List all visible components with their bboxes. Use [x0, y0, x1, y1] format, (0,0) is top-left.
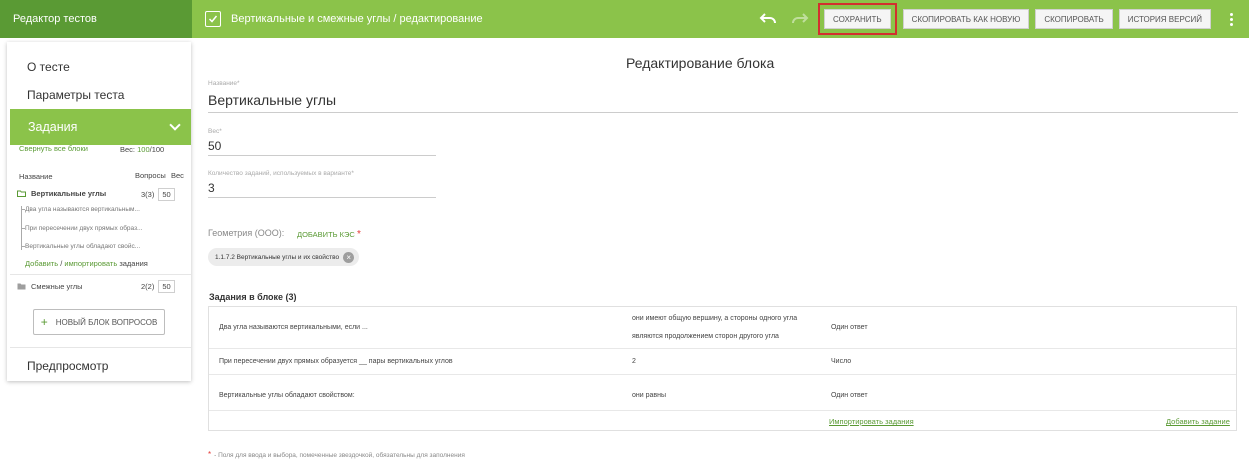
- sidebar-item-tasks[interactable]: Задания: [10, 109, 191, 145]
- block-count-value: 3(3): [141, 190, 155, 199]
- task-question: Два угла называются вертикальными, если …: [219, 324, 368, 331]
- document-edit-icon: [205, 11, 221, 27]
- link-suffix: задания: [117, 259, 148, 268]
- sidebar-item-about[interactable]: О тесте: [27, 60, 70, 74]
- name-field-label: Название*: [208, 80, 240, 87]
- weight-field-underline: [208, 155, 436, 156]
- plus-icon: +: [40, 315, 48, 329]
- folder-open-icon: [17, 190, 26, 197]
- table-row[interactable]: Вертикальные углы обладают свойством: он…: [209, 375, 1236, 411]
- task-item[interactable]: Вертикальные углы обладают свойс...: [20, 243, 140, 250]
- column-name-header: Название: [19, 172, 53, 181]
- weight-field[interactable]: 50: [208, 139, 221, 153]
- count-field-label: Количество заданий, используемых в вариа…: [208, 170, 354, 177]
- add-kes-label: ДОБАВИТЬ КЭС: [297, 230, 355, 239]
- chip-remove-icon[interactable]: ×: [343, 251, 355, 263]
- table-row[interactable]: При пересечении двух прямых образуется _…: [209, 349, 1236, 375]
- weight-value: 100: [137, 145, 150, 154]
- edit-toolbar: Вертикальные и смежные углы / редактиров…: [192, 0, 1249, 38]
- task-question: Вертикальные углы обладают свойством:: [219, 392, 355, 399]
- divider: [10, 347, 191, 348]
- import-tasks-link[interactable]: Импортировать задания: [829, 417, 914, 426]
- chevron-down-icon[interactable]: [169, 119, 181, 131]
- required-note-text: - Поля для ввода и выбора, помеченные зв…: [214, 452, 465, 459]
- task-type: Один ответ: [831, 324, 868, 331]
- task-answer-cont: являются продолжением сторон другого угл…: [632, 333, 779, 340]
- column-weight-header: Вес: [171, 171, 184, 180]
- task-answer: они равны: [632, 392, 667, 399]
- block-count: 2(2) 50: [141, 280, 175, 293]
- divider: [10, 274, 191, 275]
- task-question: При пересечении двух прямых образуется _…: [219, 358, 453, 365]
- undo-icon[interactable]: [756, 7, 780, 31]
- block-weight-field[interactable]: 50: [158, 188, 175, 201]
- block-count-value: 2(2): [141, 282, 155, 291]
- task-answer: 2: [632, 358, 636, 365]
- copy-button[interactable]: СКОПИРОВАТЬ: [1035, 9, 1113, 29]
- total-weight: Вес: 100/100: [120, 145, 164, 154]
- block-count: 3(3) 50: [141, 188, 175, 201]
- app-title: Редактор тестов: [0, 0, 192, 38]
- add-task-link[interactable]: Добавить: [25, 259, 58, 268]
- table-row[interactable]: Два угла называются вертикальными, если …: [209, 307, 1236, 349]
- save-button[interactable]: СОХРАНИТЬ: [824, 9, 891, 29]
- task-item[interactable]: При пересечении двух прямых образ...: [20, 225, 142, 232]
- sidebar: О тесте Параметры теста Задания Свернуть…: [7, 42, 191, 381]
- name-field-underline: [208, 112, 1238, 113]
- task-answer: они имеют общую вершину, а стороны одног…: [632, 315, 798, 322]
- sidebar-item-params[interactable]: Параметры теста: [27, 88, 124, 102]
- add-task-link[interactable]: Добавить задание: [1166, 417, 1230, 426]
- more-vert-icon[interactable]: [1221, 7, 1241, 31]
- required-note: * - Поля для ввода и выбора, помеченные з…: [208, 450, 465, 459]
- copy-as-new-button[interactable]: СКОПИРОВАТЬ КАК НОВУЮ: [902, 9, 1030, 29]
- redo-icon[interactable]: [788, 7, 812, 31]
- weight-label: Вес:: [120, 145, 136, 154]
- count-field[interactable]: 3: [208, 181, 215, 195]
- version-history-button[interactable]: ИСТОРИЯ ВЕРСИЙ: [1118, 9, 1211, 29]
- document-title: Вертикальные и смежные углы / редактиров…: [231, 13, 483, 25]
- sidebar-item-preview[interactable]: Предпросмотр: [27, 359, 108, 373]
- save-highlight: СОХРАНИТЬ: [818, 3, 897, 35]
- block-name[interactable]: Вертикальные углы: [31, 189, 106, 198]
- geometry-label: Геометрия (ООО):: [208, 228, 285, 238]
- task-type: Один ответ: [831, 392, 868, 399]
- task-type: Число: [831, 358, 852, 365]
- kes-chip-label: 1.1.7.2 Вертикальные углы и их свойство: [215, 253, 340, 261]
- block-name[interactable]: Смежные углы: [31, 282, 83, 291]
- block-weight-field[interactable]: 50: [158, 280, 175, 293]
- page-title: Редактирование блока: [626, 55, 775, 71]
- import-task-link[interactable]: импортировать: [64, 259, 117, 268]
- weight-field-label: Вес*: [208, 128, 222, 135]
- column-questions-header: Вопросы: [135, 171, 166, 180]
- new-block-button[interactable]: + НОВЫЙ БЛОК ВОПРОСОВ: [33, 309, 165, 335]
- weight-total: /100: [149, 145, 165, 154]
- required-star: *: [356, 229, 361, 240]
- top-bar: Редактор тестов Вертикальные и смежные у…: [0, 0, 1249, 38]
- collapse-all-link[interactable]: Свернуть все блоки: [19, 144, 88, 153]
- folder-icon: [17, 283, 26, 290]
- required-star: *: [208, 450, 212, 459]
- kes-chip: 1.1.7.2 Вертикальные углы и их свойство …: [208, 248, 360, 266]
- count-field-underline: [208, 197, 436, 198]
- tasks-section-title: Задания в блоке (3): [209, 292, 297, 302]
- name-field[interactable]: Вертикальные углы: [208, 92, 336, 108]
- task-item[interactable]: Два угла называются вертикальным...: [21, 206, 140, 213]
- new-block-label: НОВЫЙ БЛОК ВОПРОСОВ: [55, 317, 158, 327]
- add-kes-link[interactable]: ДОБАВИТЬ КЭС *: [297, 229, 361, 240]
- add-import-tasks: Добавить / импортировать задания: [25, 259, 148, 268]
- tasks-table: Два угла называются вертикальными, если …: [208, 306, 1237, 431]
- sidebar-item-tasks-label: Задания: [28, 120, 78, 134]
